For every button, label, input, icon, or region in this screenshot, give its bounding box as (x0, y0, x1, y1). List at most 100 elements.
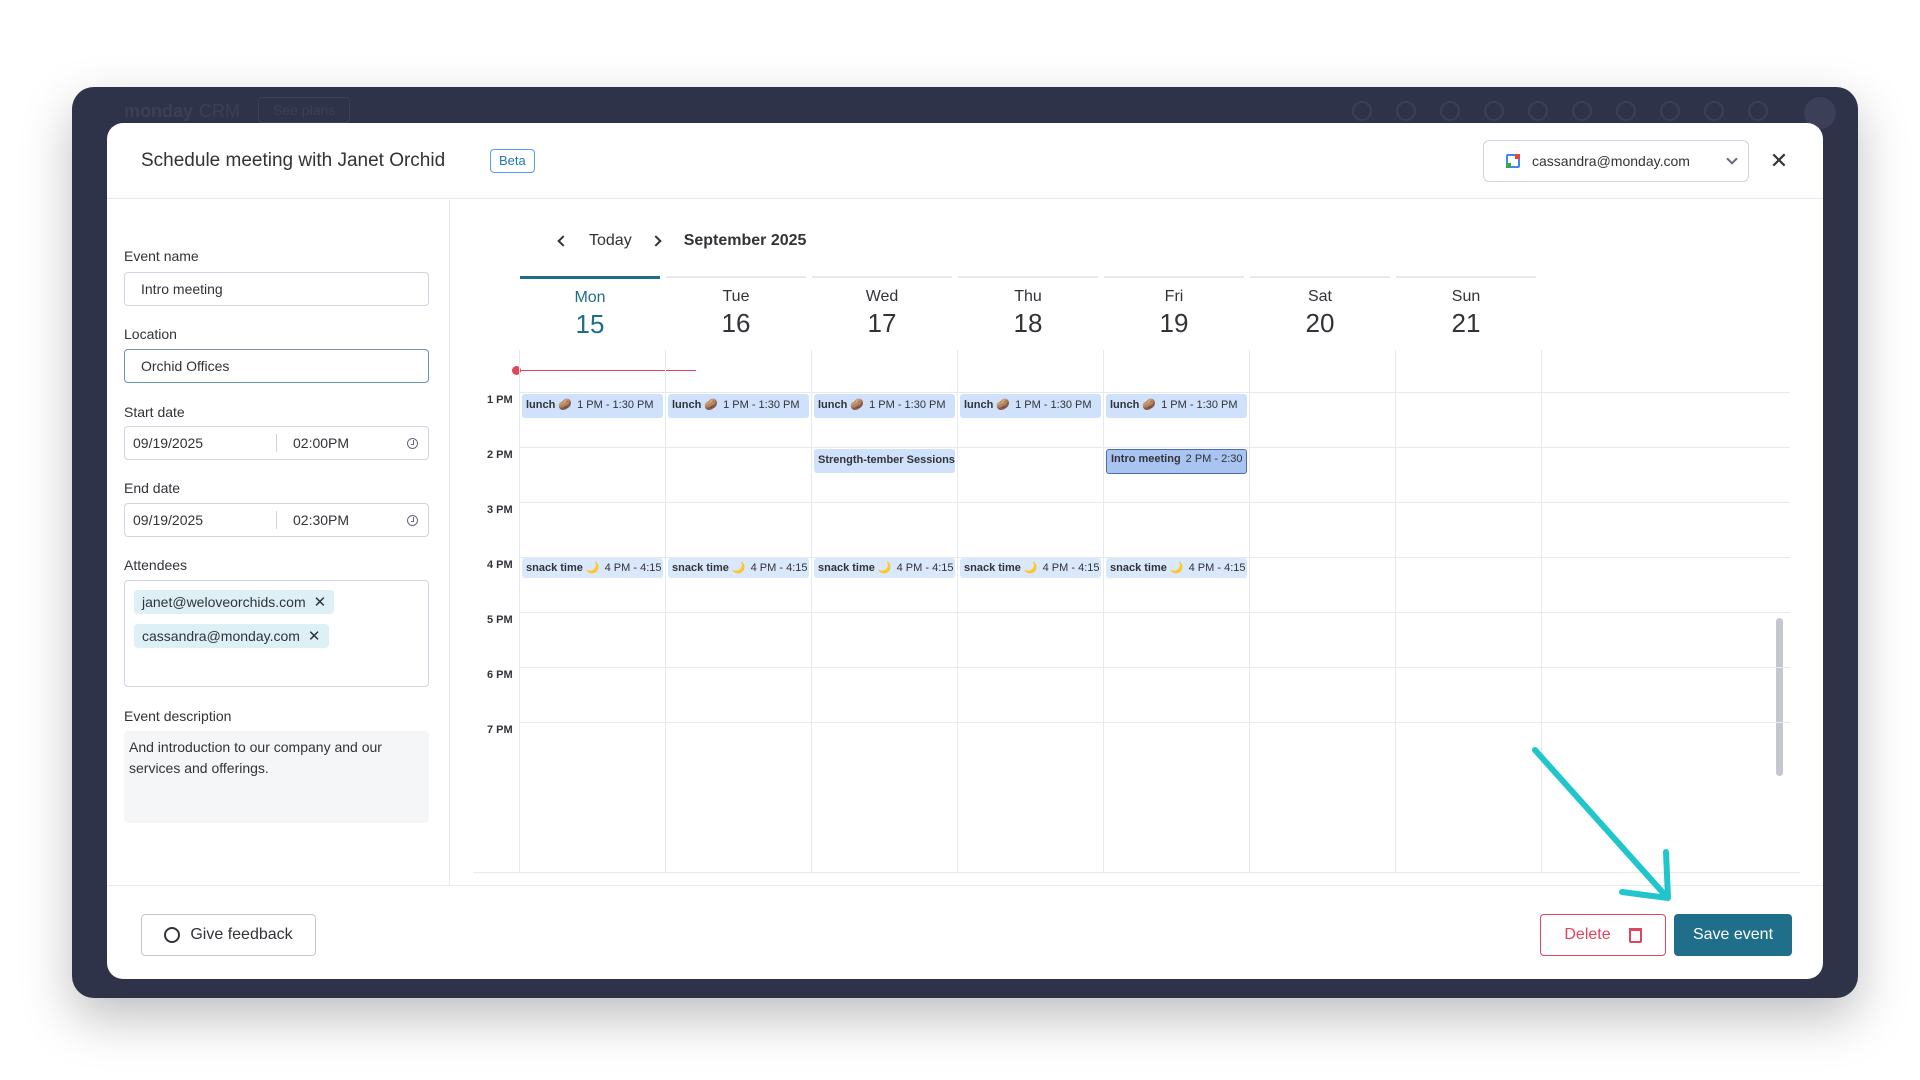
attendee-chip: janet@weloveorchids.com ✕ (134, 590, 335, 614)
modal-title: Schedule meeting with Janet Orchid (141, 150, 446, 171)
integrations-icon (1528, 101, 1548, 121)
day-header-sun: Sun 21 (1396, 276, 1536, 340)
calendar-navigation: Today September 2025 (557, 232, 806, 250)
event-time: 1 PM - 1:30 PM (723, 399, 800, 411)
close-icon[interactable]: ✕ (1767, 149, 1791, 173)
logo-suffix: CRM (199, 101, 241, 121)
attendee-chip: cassandra@monday.com ✕ (134, 624, 329, 648)
event-title: snack time 🌙 (672, 562, 746, 574)
location-input[interactable]: Orchid Offices (124, 349, 429, 383)
save-event-button[interactable]: Save event (1674, 914, 1792, 956)
today-button[interactable]: Today (589, 232, 632, 250)
event-time: 1 PM - 1:30 PM (869, 399, 946, 411)
remove-attendee-icon[interactable]: ✕ (308, 628, 321, 645)
event-name-input[interactable]: Intro meeting (124, 272, 429, 306)
calendar-event[interactable]: snack time 🌙 4 PM - 4:15 PM (522, 558, 663, 578)
attendee-email: cassandra@monday.com (142, 628, 300, 644)
app-logo: monday CRM (124, 101, 240, 122)
grid-hour-line (520, 722, 1790, 723)
grid-hour-line (520, 667, 1790, 668)
app-toolbar-icons (1352, 101, 1768, 121)
grid-icon (1748, 101, 1768, 121)
settings-icon (1572, 101, 1592, 121)
day-header-thu: Thu 18 (958, 276, 1098, 340)
day-number: 17 (867, 308, 897, 338)
event-title: snack time 🌙 (1110, 562, 1184, 574)
account-email: cassandra@monday.com (1532, 153, 1690, 169)
calendar-event[interactable]: snack time 🌙 4 PM - 4:15 PM (668, 558, 809, 578)
event-name-label: Event name (124, 248, 199, 264)
end-date-picker[interactable]: 09/19/2025 02:30PM (124, 503, 429, 537)
event-title: lunch 🥔 (672, 399, 719, 411)
clock-icon[interactable] (407, 514, 418, 526)
beta-badge: Beta (490, 149, 535, 173)
day-name: Thu (1014, 288, 1042, 305)
start-date-value[interactable]: 09/19/2025 (125, 434, 277, 452)
account-select[interactable]: cassandra@monday.com (1483, 140, 1749, 182)
description-textarea[interactable]: And introduction to our company and our … (124, 731, 429, 823)
modal-header: Schedule meeting with Janet Orchid Beta … (107, 123, 1823, 199)
grid-hour-line (520, 392, 1790, 393)
current-time-line (516, 370, 696, 371)
start-time-value[interactable]: 02:00PM (277, 435, 407, 451)
day-name: Wed (865, 288, 899, 305)
day-name: Mon (574, 289, 606, 306)
heart-icon (1704, 101, 1724, 121)
start-date-label: Start date (124, 404, 185, 420)
event-intro-meeting[interactable]: Intro meeting 2 PM - 2:30 PM (1106, 449, 1247, 474)
day-number: 15 (575, 309, 605, 339)
calendar-event[interactable]: snack time 🌙 4 PM - 4:15 PM (1106, 558, 1247, 578)
calendar-event[interactable]: Strength-tember Sessions: S (814, 449, 955, 473)
description-label: Event description (124, 708, 232, 724)
chevron-right-icon[interactable] (650, 235, 662, 247)
attendees-input[interactable]: janet@weloveorchids.com ✕ cassandra@monda… (124, 580, 429, 687)
hour-label: 7 PM (487, 724, 513, 736)
end-time-value[interactable]: 02:30PM (277, 512, 407, 528)
annotation-arrow (1532, 747, 1671, 901)
day-name: Fri (1164, 288, 1184, 305)
see-plans-button: See plans (258, 97, 351, 123)
search-icon (1616, 101, 1636, 121)
calendar-event[interactable]: lunch 🥔 1 PM - 1:30 PM (960, 394, 1101, 418)
give-feedback-button[interactable]: Give feedback (141, 914, 316, 956)
day-name: Tue (722, 288, 750, 305)
trash-icon (1628, 927, 1642, 943)
location-label: Location (124, 326, 177, 342)
event-time: 4 PM - 4:15 PM (1188, 562, 1247, 574)
event-title: Intro meeting (1111, 453, 1181, 465)
hour-label: 6 PM (487, 669, 513, 681)
event-time: 4 PM - 4:15 PM (896, 562, 955, 574)
calendar-scrollbar[interactable] (1776, 618, 1783, 776)
chevron-left-icon[interactable] (557, 235, 569, 247)
calendar-event[interactable]: snack time 🌙 4 PM - 4:15 PM (814, 558, 955, 578)
day-header-tue: Tue 16 (666, 276, 806, 340)
event-time: 2 PM - 2:30 PM (1185, 453, 1246, 465)
remove-attendee-icon[interactable]: ✕ (314, 594, 327, 611)
event-form: Event name Intro meeting Location Orchid… (107, 200, 450, 885)
day-header-mon: Mon 15 (520, 276, 660, 340)
calendar-event[interactable]: snack time 🌙 4 PM - 4:15 PM (960, 558, 1101, 578)
day-header-wed: Wed 17 (812, 276, 952, 340)
google-calendar-icon (1506, 154, 1520, 168)
day-number: 21 (1451, 308, 1481, 338)
end-date-value[interactable]: 09/19/2025 (125, 511, 277, 529)
event-time: 1 PM - 1:30 PM (577, 399, 654, 411)
event-title: Strength-tember Sessions: S (818, 454, 955, 466)
calendar-event[interactable]: lunch 🥔 1 PM - 1:30 PM (1106, 394, 1247, 418)
end-date-label: End date (124, 480, 181, 496)
hour-label: 4 PM (487, 559, 513, 571)
calendar-event[interactable]: lunch 🥔 1 PM - 1:30 PM (522, 394, 663, 418)
delete-button[interactable]: Delete (1540, 914, 1666, 956)
day-number: 18 (1013, 308, 1043, 338)
calendar-event[interactable]: lunch 🥔 1 PM - 1:30 PM (814, 394, 955, 418)
event-title: lunch 🥔 (818, 399, 865, 411)
calendar-event[interactable]: lunch 🥔 1 PM - 1:30 PM (668, 394, 809, 418)
day-number: 19 (1159, 308, 1189, 338)
clock-icon[interactable] (407, 437, 418, 449)
start-date-picker[interactable]: 09/19/2025 02:00PM (124, 426, 429, 460)
apps-icon (1484, 101, 1504, 121)
event-time: 4 PM - 4:15 PM (1042, 562, 1101, 574)
hour-label: 5 PM (487, 614, 513, 626)
give-feedback-label: Give feedback (190, 926, 293, 943)
delete-label: Delete (1564, 926, 1611, 943)
